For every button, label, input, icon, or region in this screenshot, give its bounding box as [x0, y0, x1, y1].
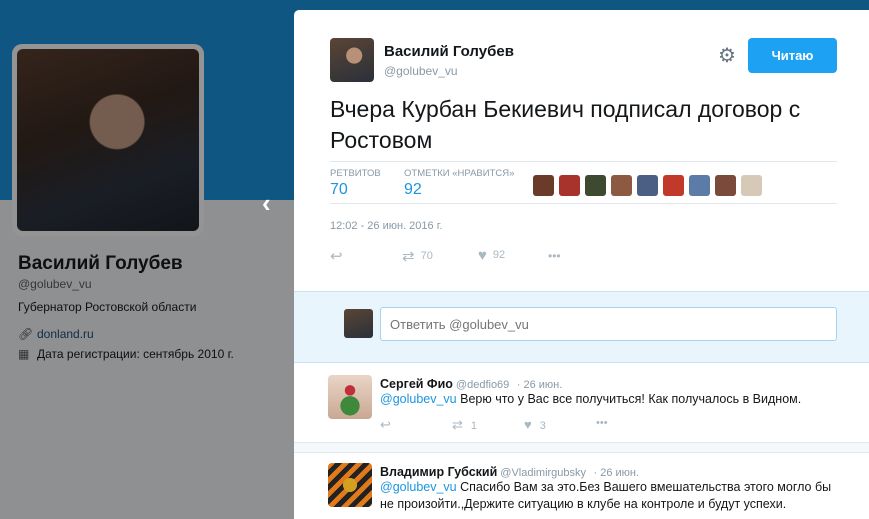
retweets-label: РЕТВИТОВ	[330, 168, 381, 179]
tweet-text: Вчера Курбан Бекиевич подписал договор с…	[330, 96, 801, 153]
reply-composer	[294, 291, 869, 363]
current-user-avatar	[344, 309, 373, 338]
stats-divider-top	[330, 161, 837, 162]
reply-author-avatar[interactable]	[328, 463, 372, 507]
tweet-timestamp[interactable]: 12:02 - 26 июн. 2016 г.	[330, 220, 442, 232]
reply-actions: ↩ ⇄ 1 ♥ 3 •••	[380, 417, 680, 435]
retweet-action-count: 70	[420, 250, 433, 262]
heart-icon[interactable]: ♥	[524, 417, 532, 432]
stats-divider-bottom	[330, 203, 837, 204]
tweet-author-avatar[interactable]	[330, 38, 374, 82]
likes-stat[interactable]: ОТМЕТКИ «НРАВИТСЯ» 92	[404, 168, 514, 199]
likes-label: ОТМЕТКИ «НРАВИТСЯ»	[404, 168, 515, 179]
likes-count[interactable]: 92	[404, 181, 514, 199]
reply-like-action[interactable]: ♥ 3	[524, 417, 546, 432]
retweets-count[interactable]: 70	[330, 181, 381, 199]
reply-author-handle[interactable]: @Vladimirgubsky	[500, 467, 586, 479]
liker-avatar[interactable]	[533, 175, 554, 196]
likers-avatars	[533, 175, 762, 196]
reply-body: Верю что у Вас все получиться! Как получ…	[456, 392, 802, 406]
reply-retweet-count: 1	[470, 420, 478, 432]
retweet-icon[interactable]: ⇄	[452, 417, 463, 432]
like-action[interactable]: ♥ 92	[478, 247, 505, 264]
liker-avatar[interactable]	[559, 175, 580, 196]
reply-like-count: 3	[539, 420, 546, 432]
liker-avatar[interactable]	[741, 175, 762, 196]
reply-tweet[interactable]: Сергей Фио @dedfio69 · 26 июн. @golubev_v…	[294, 365, 869, 443]
retweets-stat[interactable]: РЕТВИТОВ 70	[330, 168, 381, 199]
liker-avatar[interactable]	[663, 175, 684, 196]
liker-avatar[interactable]	[585, 175, 606, 196]
reply-reply-icon[interactable]: ↩	[380, 417, 391, 433]
reply-text: @golubev_vu Верю что у Вас все получитьс…	[380, 391, 840, 408]
reply-time[interactable]: · 26 июн.	[593, 467, 639, 479]
heart-icon[interactable]: ♥	[478, 247, 487, 264]
reply-more-icon[interactable]: •••	[596, 417, 608, 429]
gear-icon[interactable]: ⚙	[718, 43, 736, 68]
reply-author-name[interactable]: Владимир Губский	[380, 465, 497, 479]
reply-retweet-action[interactable]: ⇄ 1	[452, 417, 477, 433]
reply-icon[interactable]: ↩	[330, 247, 343, 265]
reply-mention[interactable]: @golubev_vu	[380, 392, 457, 406]
reply-tweet[interactable]: Владимир Губский @Vladimirgubsky · 26 июн…	[294, 452, 869, 519]
replies-gap	[294, 443, 869, 452]
reply-text: @golubev_vu Спасибо Вам за это.Без Вашег…	[380, 479, 840, 513]
reply-input[interactable]	[380, 307, 837, 341]
reply-author-handle[interactable]: @dedfio69	[456, 379, 509, 391]
tweet-author-name[interactable]: Василий Голубев	[384, 43, 514, 60]
reply-author-avatar[interactable]	[328, 375, 372, 419]
previous-tweet-arrow-icon[interactable]: ‹	[262, 188, 271, 219]
retweet-icon[interactable]: ⇄	[402, 248, 415, 265]
reply-author-name[interactable]: Сергей Фио	[380, 377, 453, 391]
more-icon[interactable]: •••	[548, 249, 561, 263]
like-action-count: 92	[492, 249, 506, 261]
reply-mention[interactable]: @golubev_vu	[380, 480, 457, 494]
liker-avatar[interactable]	[611, 175, 632, 196]
liker-avatar[interactable]	[715, 175, 736, 196]
retweet-action[interactable]: ⇄ 70	[402, 247, 433, 265]
reply-time[interactable]: · 26 июн.	[517, 379, 563, 391]
following-button[interactable]: Читаю	[748, 38, 837, 73]
tweet-author-handle[interactable]: @golubev_vu	[384, 64, 458, 78]
liker-avatar[interactable]	[637, 175, 658, 196]
liker-avatar[interactable]	[689, 175, 710, 196]
tweet-actions: ↩ ⇄ 70 ♥ 92 •••	[330, 247, 630, 267]
tweet-modal: Василий Голубев @golubev_vu ⚙ Читаю Вчер…	[294, 10, 869, 519]
